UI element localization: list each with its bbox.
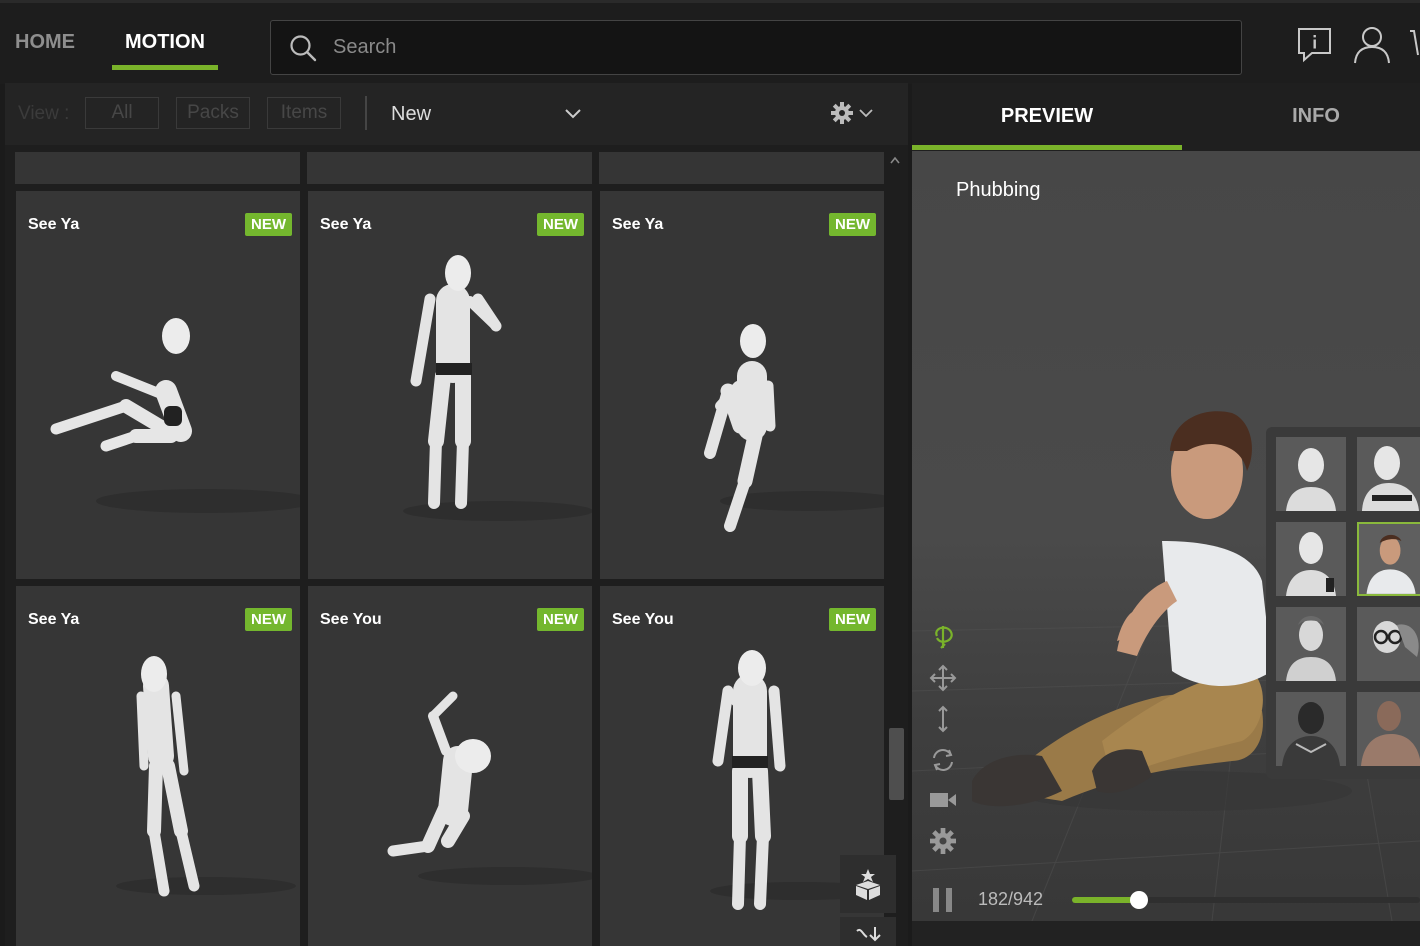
card-title: See You [612, 611, 674, 628]
frame-counter: 182/942 [978, 889, 1044, 909]
vertical-move-icon[interactable] [928, 704, 958, 734]
nav-tab-motion[interactable]: MOTION [112, 31, 218, 54]
preview-tabs: PREVIEW INFO [912, 83, 1420, 151]
search-icon [290, 34, 317, 61]
move-icon[interactable] [928, 663, 958, 693]
pause-icon[interactable] [932, 887, 954, 913]
mannequin-thumbnail [704, 324, 884, 532]
active-tab-indicator [912, 145, 1182, 150]
avatar-option[interactable] [1276, 437, 1346, 511]
nav-tab-home[interactable]: HOME [15, 31, 75, 54]
mannequin-thumbnail [403, 255, 592, 521]
timeline-progress [1072, 897, 1140, 903]
grid-scrollbar[interactable] [887, 150, 904, 946]
rotate-view-icon[interactable] [928, 621, 958, 651]
scroll-thumb[interactable] [889, 728, 904, 800]
feedback-icon[interactable] [1296, 25, 1334, 63]
download-button[interactable] [840, 917, 896, 946]
filter-packs-button[interactable]: Packs [176, 97, 250, 129]
card-title: See Ya [612, 216, 664, 233]
card-title: See Ya [320, 216, 372, 233]
toolbar-divider [365, 96, 367, 130]
gear-icon[interactable] [928, 826, 958, 856]
card-title: See Ya [28, 216, 80, 233]
mannequin-thumbnail [387, 691, 592, 885]
app-window: HOME MOTION View : All Packs Items [0, 0, 1420, 946]
motion-card[interactable]: See You NEW [308, 586, 592, 946]
new-badge: NEW [537, 213, 584, 236]
card-partial[interactable] [15, 152, 300, 184]
avatar-picker [1266, 427, 1420, 779]
avatar-option-selected[interactable] [1357, 522, 1420, 596]
timeline-slider[interactable] [1072, 891, 1420, 909]
motion-card[interactable]: See Ya NEW [16, 191, 300, 579]
search-input[interactable] [333, 36, 1241, 59]
tab-info[interactable]: INFO [1182, 105, 1420, 128]
playback-bar: 182/942 [912, 877, 1420, 923]
download-icon [856, 927, 881, 942]
settings-dropdown[interactable] [831, 98, 881, 128]
scroll-up-icon[interactable] [890, 156, 900, 164]
mannequin-thumbnail [50, 318, 300, 513]
new-badge: NEW [245, 213, 292, 236]
chevron-down-icon [565, 109, 581, 119]
filter-all-button[interactable]: All [85, 97, 159, 129]
motion-card[interactable]: See Ya NEW [308, 191, 592, 579]
new-badge: NEW [829, 608, 876, 631]
mannequin-thumbnail [116, 656, 296, 897]
avatar-option[interactable] [1357, 692, 1420, 766]
motion-card[interactable]: See Ya NEW [600, 191, 884, 579]
gear-icon [831, 102, 853, 124]
animation-name: Phubbing [956, 179, 1041, 201]
filter-toolbar: View : All Packs Items New [5, 83, 908, 145]
reset-icon[interactable] [928, 745, 958, 775]
user-icon[interactable] [1352, 25, 1392, 65]
avatar-option[interactable] [1276, 522, 1346, 596]
cart-icon[interactable] [1408, 25, 1420, 65]
avatar-option[interactable] [1276, 607, 1346, 681]
new-badge: NEW [829, 213, 876, 236]
card-title: See You [320, 611, 382, 628]
search-box[interactable] [270, 20, 1242, 75]
motion-grid: See Ya NEW See Ya NEW See Ya NEW See Ya … [5, 145, 908, 946]
view-label: View : [18, 103, 70, 124]
new-badge: NEW [537, 608, 584, 631]
preview-panel: PREVIEW INFO Phubbing 182/942 [912, 83, 1420, 946]
timeline-handle[interactable] [1130, 891, 1149, 909]
sort-select[interactable]: New [391, 97, 581, 131]
card-title: See Ya [28, 611, 80, 628]
box-icon [856, 869, 880, 900]
camera-icon[interactable] [928, 785, 958, 815]
avatar-option[interactable] [1276, 692, 1346, 766]
chevron-down-icon [859, 108, 873, 117]
active-tab-indicator [112, 65, 218, 70]
tab-preview[interactable]: PREVIEW [912, 105, 1182, 128]
3d-viewport[interactable]: Phubbing [912, 151, 1420, 921]
avatar-option[interactable] [1357, 437, 1420, 511]
card-partial[interactable] [599, 152, 884, 184]
add-to-library-button[interactable] [840, 855, 896, 913]
avatar-option[interactable] [1357, 607, 1420, 681]
sort-select-value: New [391, 102, 432, 125]
top-bar: HOME MOTION [0, 0, 1420, 84]
filter-items-button[interactable]: Items [267, 97, 341, 129]
new-badge: NEW [245, 608, 292, 631]
card-partial[interactable] [307, 152, 592, 184]
motion-card[interactable]: See Ya NEW [16, 586, 300, 946]
